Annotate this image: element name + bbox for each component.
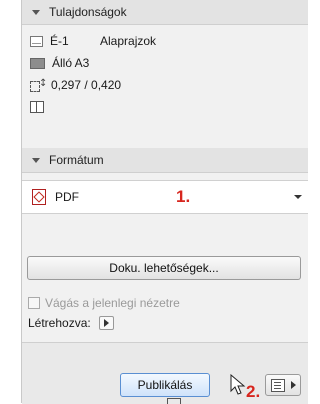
properties-header-label: Tulajdonságok	[49, 5, 127, 19]
layout-row: É-1 Alaprajzok	[30, 32, 156, 50]
step-marker-2: 2.	[246, 382, 261, 401]
play-arrow-icon	[291, 381, 296, 389]
collapse-chevron-icon[interactable]	[32, 9, 40, 15]
paper-size-row: Álló A3	[30, 54, 89, 72]
paper-size-icon	[30, 57, 45, 69]
properties-section-header[interactable]: Tulajdonságok	[22, 0, 308, 25]
created-label: Létrehozva:	[28, 316, 91, 330]
format-dropdown[interactable]: PDF 1.	[22, 180, 308, 214]
format-section-header[interactable]: Formátum	[22, 148, 308, 173]
crop-to-view-checkbox[interactable]: Vágás a jelenlegi nézetre	[28, 296, 180, 310]
dimensions-row: 0,297 / 0,420	[30, 76, 121, 94]
layout-name: Alaprajzok	[100, 34, 157, 48]
layout-id: É-1	[50, 34, 69, 48]
dropdown-arrow-icon[interactable]	[294, 195, 302, 199]
publisher-panel: Tulajdonságok É-1 Alaprajzok Álló A3 0,2…	[21, 0, 308, 404]
layout-icon	[30, 35, 43, 47]
dimensions-value: 0,297 / 0,420	[51, 78, 122, 92]
book-row	[30, 98, 51, 116]
paper-size-value: Álló A3	[52, 56, 90, 70]
step-marker-1: 1.	[176, 187, 191, 206]
publish-options-button[interactable]	[265, 374, 301, 396]
created-play-button[interactable]	[98, 316, 114, 330]
publish-button[interactable]: Publikálás	[120, 373, 210, 397]
window-icon[interactable]	[167, 398, 181, 404]
collapse-chevron-icon[interactable]	[32, 157, 40, 163]
pdf-icon	[32, 189, 46, 205]
format-header-label: Formátum	[49, 153, 104, 167]
crop-to-view-label: Vágás a jelenlegi nézetre	[45, 296, 180, 310]
document-options-button[interactable]: Doku. lehetőségek...	[27, 256, 301, 280]
book-icon	[30, 101, 44, 113]
dimensions-icon	[30, 78, 47, 92]
checkbox-box[interactable]	[28, 297, 40, 309]
list-icon	[271, 379, 285, 392]
format-selected-value: PDF	[55, 190, 79, 204]
created-row: Létrehozva:	[28, 316, 114, 330]
